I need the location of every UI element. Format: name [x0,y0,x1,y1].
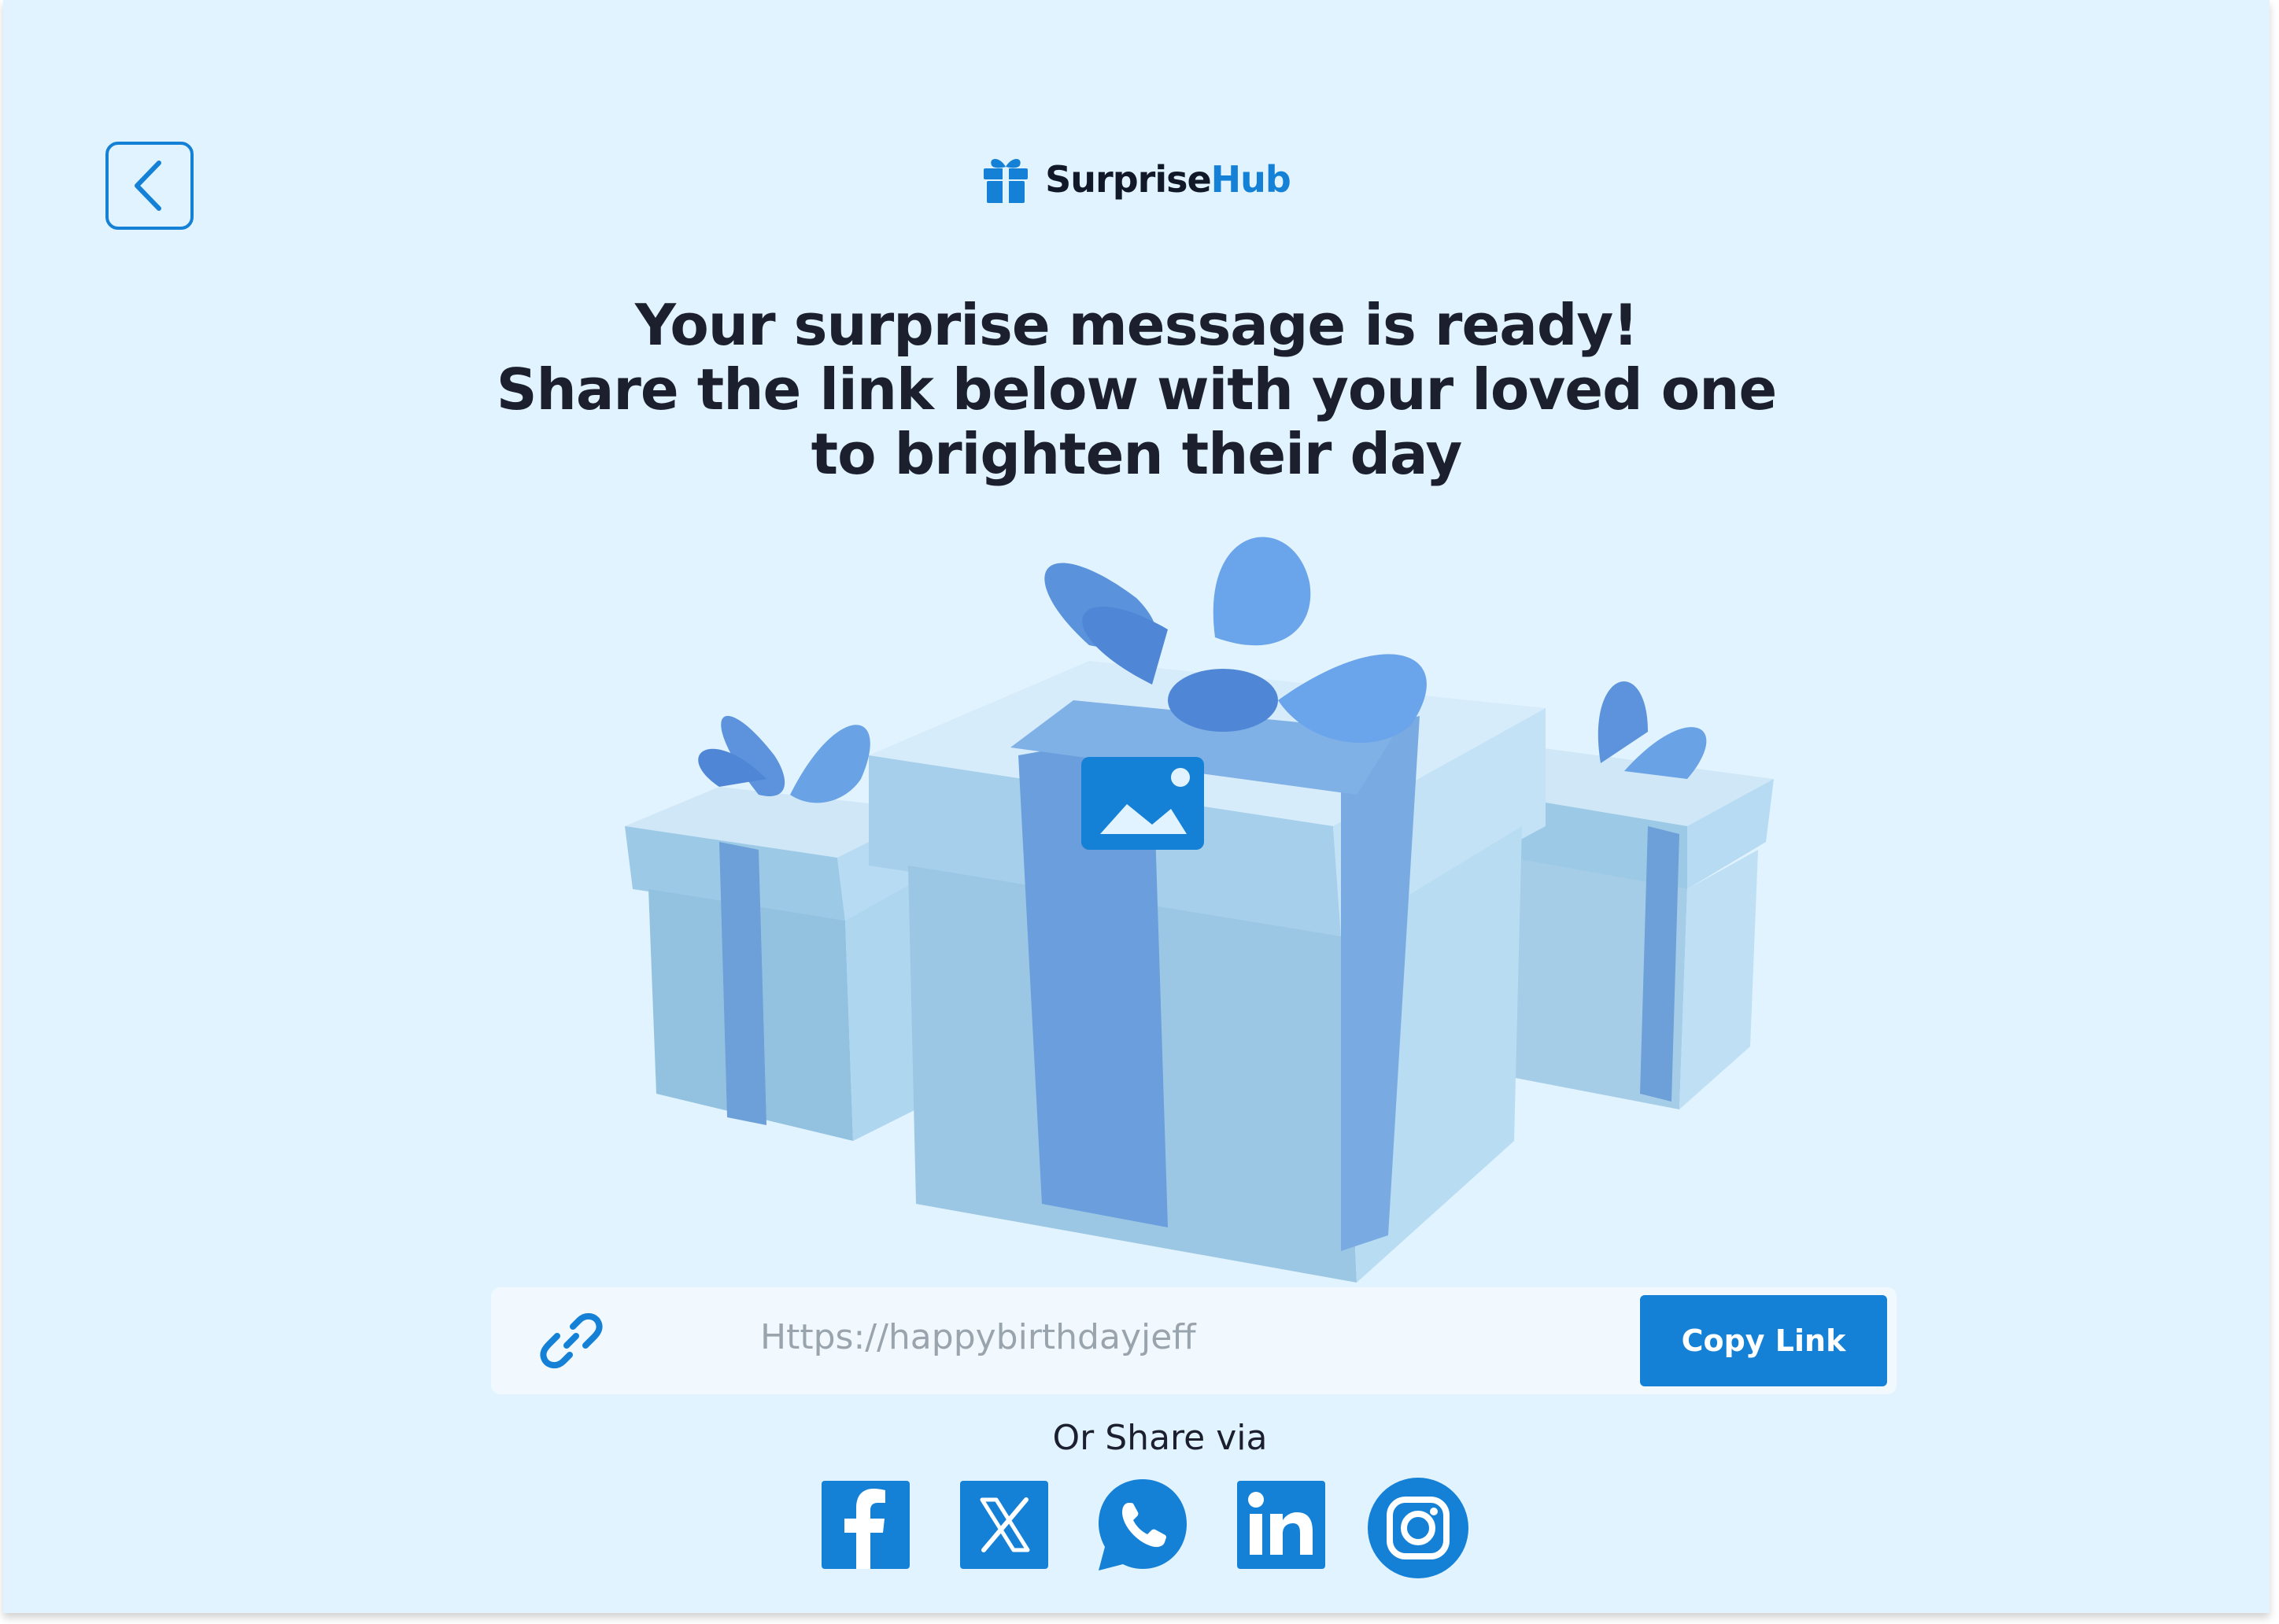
facebook-icon[interactable] [822,1481,910,1569]
link-icon [540,1313,603,1368]
share-card: SurpriseHub Your surprise message is rea… [3,0,2270,1613]
brand-name: SurpriseHub [1045,158,1291,201]
title-line-2: Share the link below with your loved one [496,356,1778,423]
share-via-label: Or Share via [1052,1418,1268,1458]
share-link-bar: Https://happybirthdayjeff Copy Link [491,1287,1897,1394]
x-icon[interactable] [960,1481,1048,1569]
title-line-3: to brighten their day [811,421,1463,487]
gift-icon [984,159,1029,203]
page-title: Your surprise message is ready! Share th… [3,293,2270,486]
title-line-1: Your surprise message is ready! [634,292,1638,358]
brand-name-part1: Surprise [1045,158,1212,201]
image-icon [1081,757,1204,850]
gift-illustration [601,496,1797,1301]
brand-logo: SurpriseHub [3,154,2270,205]
share-link-url[interactable]: Https://happybirthdayjeff [760,1317,1196,1357]
brand-name-part2: Hub [1210,158,1291,201]
instagram-icon[interactable] [1366,1476,1470,1580]
social-share-list [822,1476,1483,1578]
whatsapp-icon[interactable] [1094,1476,1191,1574]
copy-link-button[interactable]: Copy Link [1640,1295,1887,1386]
linkedin-icon[interactable] [1237,1481,1325,1569]
gift-box-center [869,537,1546,1283]
